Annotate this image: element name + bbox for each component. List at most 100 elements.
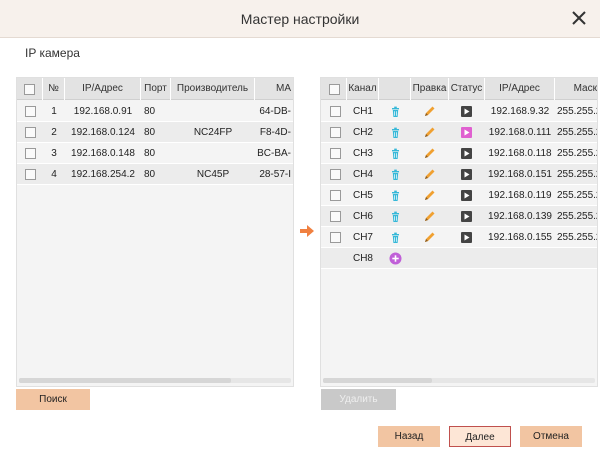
table-row[interactable]: 3 192.168.0.148 80 BC-BA- bbox=[17, 143, 293, 164]
play-status-icon[interactable] bbox=[460, 210, 473, 223]
row-checkbox[interactable] bbox=[330, 232, 341, 243]
row-checkbox[interactable] bbox=[330, 148, 341, 159]
row-vendor: NC24FP bbox=[193, 127, 233, 138]
column-header-ip[interactable]: IP/Адрес bbox=[485, 78, 555, 100]
column-header-ip[interactable]: IP/Адрес bbox=[65, 78, 141, 100]
row-ip-address: 192.168.0.118 bbox=[488, 148, 552, 159]
trash-icon[interactable] bbox=[389, 126, 402, 139]
table-row[interactable]: 2 192.168.0.124 80 NC24FP F8-4D- bbox=[17, 122, 293, 143]
row-mac-address: BC-BA- bbox=[257, 148, 291, 159]
discovered-cameras-table: № IP/Адрес Порт Производитель MA 1 192.16… bbox=[16, 77, 294, 387]
row-port: 80 bbox=[144, 148, 156, 159]
delete-button[interactable]: Удалить bbox=[321, 389, 396, 410]
trash-icon[interactable] bbox=[389, 105, 402, 118]
row-subnet-mask: 255.255.2 bbox=[557, 106, 598, 117]
row-ip-address: 192.168.9.32 bbox=[490, 106, 550, 117]
row-ip-address: 192.168.0.119 bbox=[488, 190, 552, 201]
table-row[interactable]: CH3 192.168.0.118 255.255.2 bbox=[321, 143, 597, 164]
pencil-icon[interactable] bbox=[423, 147, 436, 160]
column-header-edit[interactable]: Правка bbox=[411, 78, 449, 100]
trash-icon[interactable] bbox=[389, 210, 402, 223]
row-channel: CH6 bbox=[352, 211, 373, 222]
row-checkbox[interactable] bbox=[330, 106, 341, 117]
trash-icon[interactable] bbox=[389, 189, 402, 202]
row-ip-address: 192.168.0.148 bbox=[71, 148, 135, 159]
row-vendor bbox=[171, 101, 255, 122]
row-checkbox[interactable] bbox=[25, 169, 36, 180]
pencil-icon[interactable] bbox=[423, 189, 436, 202]
cancel-button[interactable]: Отмена bbox=[520, 426, 582, 447]
table-row[interactable]: 4 192.168.254.2 80 NC45P 28-57-I bbox=[17, 164, 293, 185]
row-ip-address: 192.168.254.2 bbox=[71, 169, 135, 180]
play-status-icon[interactable] bbox=[460, 105, 473, 118]
row-checkbox[interactable] bbox=[25, 106, 36, 117]
table-row-empty-channel[interactable]: CH8 bbox=[321, 248, 597, 269]
select-all-checkbox[interactable] bbox=[329, 84, 340, 95]
row-subnet-mask: 255.255.2 bbox=[557, 169, 598, 180]
row-channel: CH8 bbox=[352, 253, 373, 264]
close-icon[interactable] bbox=[568, 7, 590, 29]
pencil-icon[interactable] bbox=[423, 210, 436, 223]
play-status-icon[interactable] bbox=[460, 231, 473, 244]
row-checkbox[interactable] bbox=[330, 190, 341, 201]
row-subnet-mask: 255.255.2 bbox=[557, 127, 598, 138]
next-button[interactable]: Далее bbox=[449, 426, 511, 447]
row-subnet-mask: 255.255.2 bbox=[557, 232, 598, 243]
search-button[interactable]: Поиск bbox=[16, 389, 90, 410]
pencil-icon[interactable] bbox=[423, 168, 436, 181]
row-checkbox[interactable] bbox=[330, 127, 341, 138]
row-mac-address: 64-DB- bbox=[259, 106, 291, 117]
row-port: 80 bbox=[144, 127, 156, 138]
column-header-port[interactable]: Порт bbox=[141, 78, 171, 100]
column-header-status[interactable]: Статус bbox=[449, 78, 485, 100]
trash-icon[interactable] bbox=[389, 147, 402, 160]
horizontal-scrollbar[interactable] bbox=[19, 378, 291, 383]
trash-icon[interactable] bbox=[389, 231, 402, 244]
pencil-icon[interactable] bbox=[423, 126, 436, 139]
column-header-channel[interactable]: Канал bbox=[347, 78, 379, 100]
row-subnet-mask: 255.255.2 bbox=[557, 148, 598, 159]
play-status-icon[interactable] bbox=[460, 189, 473, 202]
row-channel: CH2 bbox=[352, 127, 373, 138]
table-row[interactable]: CH4 192.168.0.151 255.255.2 bbox=[321, 164, 597, 185]
row-subnet-mask: 255.255.2 bbox=[557, 211, 598, 222]
table-row[interactable]: CH7 192.168.0.155 255.255.2 bbox=[321, 227, 597, 248]
table-row[interactable]: CH2 192.168.0.111 255.255.2 bbox=[321, 122, 597, 143]
row-checkbox[interactable] bbox=[330, 211, 341, 222]
added-channels-table: Канал Правка Статус IP/Адрес Маск CH1 192… bbox=[320, 77, 598, 387]
row-port: 80 bbox=[144, 169, 156, 180]
trash-icon[interactable] bbox=[389, 168, 402, 181]
row-number: 1 bbox=[51, 106, 57, 117]
row-vendor: NC45P bbox=[196, 169, 230, 180]
dialog-titlebar: Мастер настройки bbox=[0, 0, 600, 38]
table-row[interactable]: 1 192.168.0.91 80 64-DB- bbox=[17, 101, 293, 122]
add-camera-arrow-icon[interactable] bbox=[297, 223, 317, 239]
row-checkbox[interactable] bbox=[25, 127, 36, 138]
table-row[interactable]: CH5 192.168.0.119 255.255.2 bbox=[321, 185, 597, 206]
play-status-icon[interactable] bbox=[460, 168, 473, 181]
pencil-icon[interactable] bbox=[423, 105, 436, 118]
row-ip-address: 192.168.0.124 bbox=[71, 127, 135, 138]
table-row[interactable]: CH1 192.168.9.32 255.255.2 bbox=[321, 101, 597, 122]
row-channel: CH3 bbox=[352, 148, 373, 159]
row-port: 80 bbox=[144, 106, 156, 117]
pencil-icon[interactable] bbox=[423, 231, 436, 244]
select-all-cell bbox=[321, 78, 347, 100]
row-checkbox[interactable] bbox=[330, 169, 341, 180]
table-row[interactable]: CH6 192.168.0.139 255.255.2 bbox=[321, 206, 597, 227]
add-channel-icon[interactable] bbox=[389, 252, 402, 265]
row-number: 2 bbox=[51, 127, 57, 138]
horizontal-scrollbar[interactable] bbox=[323, 378, 595, 383]
column-header-mask[interactable]: Маск bbox=[555, 78, 597, 100]
column-header-vendor[interactable]: Производитель bbox=[171, 78, 255, 100]
row-ip-address: 192.168.0.155 bbox=[488, 232, 552, 243]
row-checkbox[interactable] bbox=[25, 148, 36, 159]
select-all-checkbox[interactable] bbox=[24, 84, 35, 95]
back-button[interactable]: Назад bbox=[378, 426, 440, 447]
column-header-no[interactable]: № bbox=[43, 78, 65, 100]
row-vendor bbox=[171, 143, 255, 164]
row-channel: CH1 bbox=[352, 106, 373, 117]
play-status-active-icon[interactable] bbox=[460, 126, 473, 139]
column-header-mac[interactable]: MA bbox=[255, 78, 293, 100]
play-status-icon[interactable] bbox=[460, 147, 473, 160]
